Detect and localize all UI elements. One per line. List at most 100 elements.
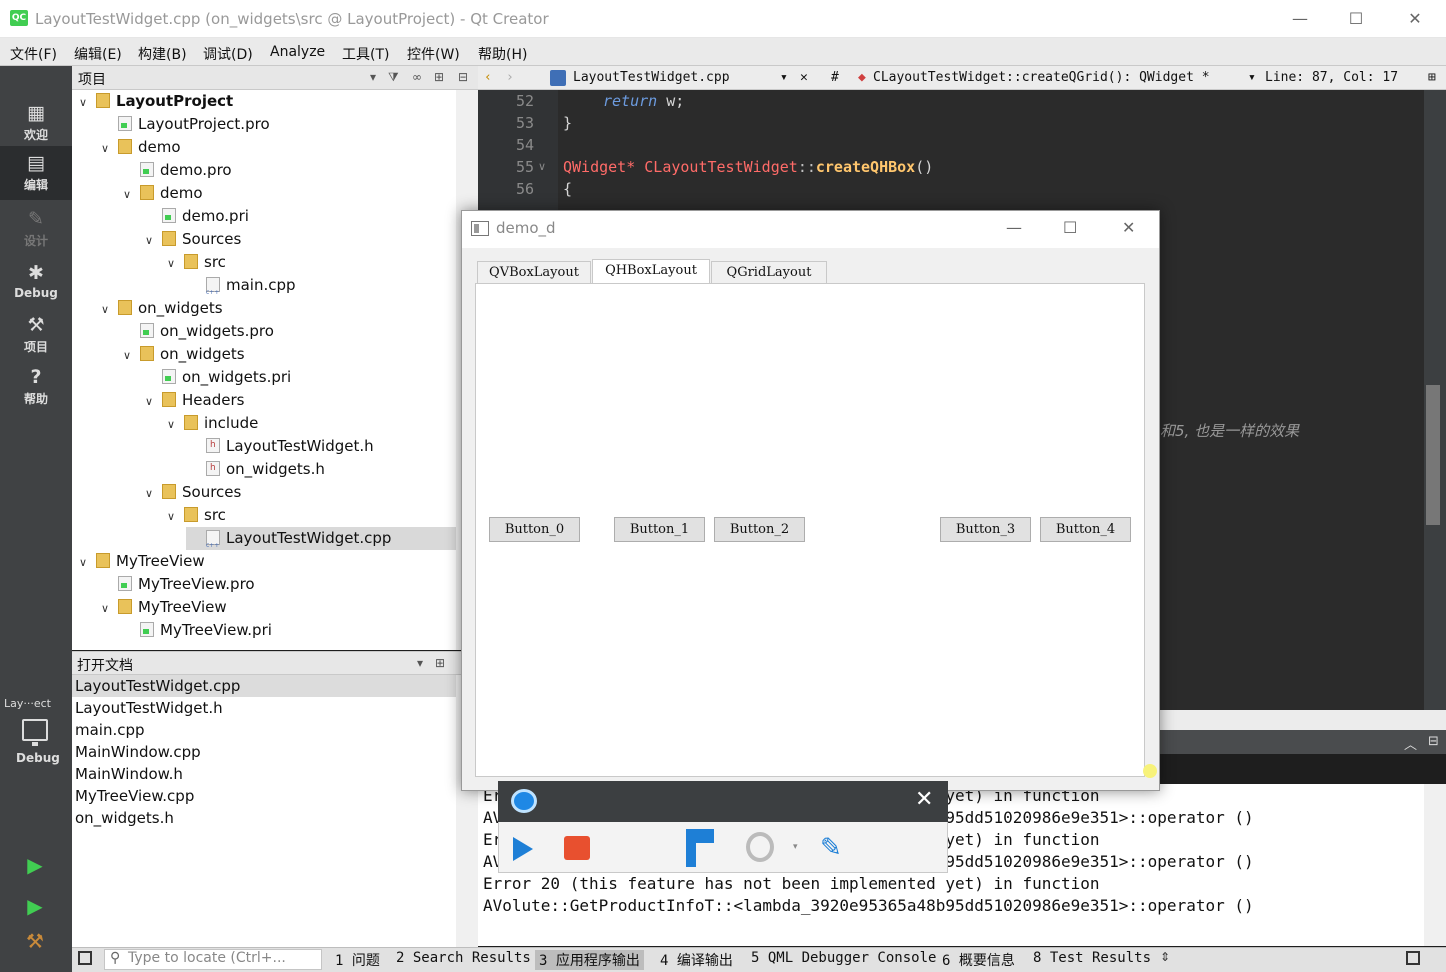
open-document-item[interactable]: MainWindow.cpp [72,741,456,763]
menu-edit[interactable]: 编辑(E) [74,44,122,64]
tree-item[interactable]: on_widgets.h [186,457,456,481]
status-pane-test-results[interactable]: 8 Test Results [1033,950,1151,966]
build-hammer-icon[interactable]: ⚒ [24,930,46,952]
editor-file-selector[interactable]: LayoutTestWidget.cpp [573,70,730,85]
button-1[interactable]: Button_1 [614,517,705,542]
tree-item[interactable]: ∨ MyTreeView [76,550,456,573]
open-document-item[interactable]: MyTreeView.cpp [72,785,456,807]
chevron-down-icon[interactable]: ∨ [98,597,112,620]
tree-item[interactable]: ∨ on_widgets [98,297,456,320]
status-pane-app-output[interactable]: 3 应用程序输出 [535,950,644,970]
tree-item[interactable]: demo.pri [142,205,456,228]
chevron-down-icon[interactable]: ∨ [142,390,156,413]
chevron-down-icon[interactable]: ∨ [98,298,112,321]
pen-icon[interactable]: ✎ [820,835,842,861]
tree-item[interactable]: ∨ Sources [142,228,456,251]
output-scrollbar[interactable] [1424,784,1446,946]
chevron-down-icon[interactable]: ∨ [120,344,134,367]
open-document-item[interactable]: on_widgets.h [72,807,456,829]
tree-item[interactable]: MyTreeView.pro [98,573,456,596]
split-icon[interactable]: ⊞ [1428,70,1436,85]
chevron-down-icon[interactable]: ▾ [417,656,423,670]
open-document-item[interactable]: LayoutTestWidget.cpp [72,675,456,697]
back-arrow-icon[interactable]: ‹ [484,70,492,85]
tree-item[interactable]: on_widgets.pro [120,320,456,343]
chevron-down-icon[interactable]: ∨ [142,229,156,252]
resize-grip-icon[interactable] [1143,764,1157,778]
tree-item[interactable]: main.cpp [186,274,456,304]
close-icon[interactable]: ✕ [1122,218,1135,237]
chevron-down-icon[interactable]: ∨ [142,482,156,505]
tree-item[interactable]: LayoutTestWidget.cpp [186,527,456,557]
menu-tools[interactable]: 工具(T) [342,44,389,64]
split-icon[interactable]: ⊞ [434,70,444,84]
close-document-icon[interactable]: ✕ [800,70,808,85]
chevron-down-icon[interactable]: ∨ [164,252,178,275]
split-icon[interactable]: ⊞ [435,656,445,670]
kit-selector-monitor-icon[interactable] [22,719,48,746]
tree-item[interactable]: MyTreeView.pri [120,619,456,642]
button-2[interactable]: Button_2 [714,517,805,542]
toggle-sidebar-icon[interactable] [78,951,92,965]
link-icon[interactable]: ∞ [412,70,422,84]
close-pane-icon[interactable]: ⊟ [1428,734,1439,749]
tree-item[interactable]: ∨ src [164,251,456,274]
mode-projects[interactable]: ⚒ 项目 [0,308,72,362]
minimize-icon[interactable]: — [1289,8,1311,30]
close-icon[interactable]: ✕ [1404,8,1426,30]
menu-controls[interactable]: 控件(W) [407,44,460,64]
webcam-icon[interactable] [746,832,774,862]
menu-file[interactable]: 文件(F) [10,44,57,64]
chevron-down-icon[interactable]: ▾ [370,70,376,84]
tree-item[interactable]: LayoutTestWidget.h [186,434,456,458]
mode-design[interactable]: ✎ 设计 [0,202,72,256]
chevron-down-icon[interactable]: ∨ [120,183,134,206]
button-0[interactable]: Button_0 [489,517,580,542]
mode-edit[interactable]: ▤ 编辑 [0,146,72,200]
marker-flag-icon[interactable] [686,829,714,867]
maximize-icon[interactable]: ☐ [1345,8,1367,30]
chevron-down-icon[interactable]: ∨ [164,413,178,436]
status-pane-issues[interactable]: 1 问题 [335,950,380,970]
stop-icon[interactable] [564,836,590,860]
open-document-item[interactable]: MainWindow.h [72,763,456,785]
chevron-down-icon[interactable]: ▾ [780,70,788,85]
tree-item[interactable]: ∨ Headers [142,389,456,412]
menu-help[interactable]: 帮助(H) [478,44,527,64]
menu-build[interactable]: 构建(B) [138,44,187,64]
open-document-item[interactable]: main.cpp [72,719,456,741]
open-document-item[interactable]: LayoutTestWidget.h [72,697,456,719]
toggle-output-icon[interactable] [1406,951,1420,965]
status-pane-general-messages[interactable]: 6 概要信息 [942,950,1015,970]
status-pane-search-results[interactable]: 2 Search Results [396,950,531,966]
tree-item[interactable]: ∨ src [164,504,456,527]
chevron-down-icon[interactable]: ▾ [793,842,798,852]
tree-item[interactable]: demo.pro [120,159,456,182]
tree-item[interactable]: ∨ Sources [142,481,456,504]
maximize-icon[interactable]: ☐ [1063,218,1077,237]
tree-item[interactable]: ∨ MyTreeView [98,596,456,619]
tree-item[interactable]: on_widgets.pri [142,366,456,389]
filter-icon[interactable]: ⧩ [388,70,399,85]
menu-debug[interactable]: 调试(D) [203,44,253,64]
editor-hash[interactable]: # [831,70,839,85]
status-pane-qml-console[interactable]: 5 QML Debugger Console [751,950,936,966]
mode-help[interactable]: ? 帮助 [0,360,72,414]
minimize-icon[interactable]: — [1006,218,1022,237]
tab-qhboxlayout[interactable]: QHBoxLayout [592,259,710,285]
chevron-down-icon[interactable]: ∨ [98,137,112,160]
debug-run-icon[interactable]: ▶ [24,895,46,917]
tree-item[interactable]: LayoutProject.pro [98,113,456,136]
chevron-down-icon[interactable]: ∨ [76,551,90,574]
tree-item[interactable]: ∨ LayoutProject [76,90,456,113]
maximize-pane-icon[interactable]: ︿ [1404,734,1417,753]
fold-chevron-icon[interactable]: ∨ [538,160,546,173]
close-panel-icon[interactable]: ⊟ [458,70,468,84]
forward-arrow-icon[interactable]: › [506,70,514,85]
mode-debug[interactable]: ✱ Debug [0,256,72,310]
run-icon[interactable]: ▶ [24,854,46,876]
tab-qvboxlayout[interactable]: QVBoxLayout [477,261,591,284]
mode-welcome[interactable]: ▦ 欢迎 [0,96,72,150]
tree-item[interactable]: ∨ on_widgets [120,343,456,366]
tree-item[interactable]: ∨ include [164,412,456,435]
